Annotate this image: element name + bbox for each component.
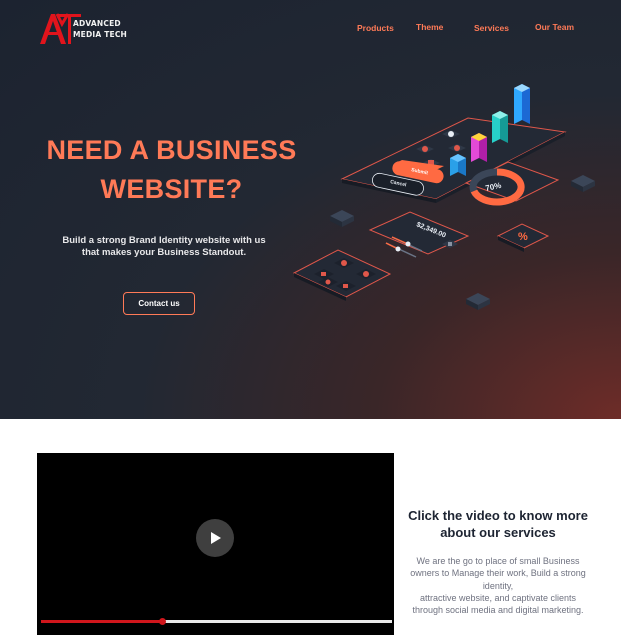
play-button[interactable] (196, 519, 234, 557)
about-text-line3: identity, (482, 581, 514, 591)
nav-link-services[interactable]: Services (474, 23, 509, 33)
about-text-line2: owners to Manage their work, Build a str… (410, 568, 586, 578)
about-title-line2: about our services (440, 525, 556, 540)
floating-cube-icon (466, 293, 490, 310)
nav-link-our-team[interactable]: Our Team (535, 22, 574, 32)
logo[interactable]: ADVANCED MEDIA TECH (0, 0, 130, 50)
floating-cube-icon (571, 175, 595, 192)
percent-symbol: % (518, 231, 528, 243)
video-player[interactable] (37, 453, 394, 635)
dashboard-illustration: Submit Cancel 70% % $2,349.00 (292, 84, 595, 310)
about-text-line5: through social media and digital marketi… (412, 605, 584, 615)
about-title-line1: Click the video to know more (408, 508, 588, 523)
logo-mark-icon (40, 13, 81, 44)
logo-text-line2: MEDIA TECH (73, 30, 128, 39)
video-progress-handle[interactable] (159, 618, 167, 625)
nav-link-theme[interactable]: Theme (416, 22, 443, 32)
hero-section: ADVANCED MEDIA TECH Products Theme Servi… (0, 0, 621, 419)
logo-text-line1: ADVANCED (73, 19, 121, 28)
hero-subtitle-line2: that makes your Business Standout. (81, 247, 247, 258)
percent-tile-icon: % (496, 223, 550, 252)
about-text-line4: attractive website, and captivate client… (419, 593, 577, 603)
contact-us-button[interactable]: Contact us (123, 292, 195, 315)
play-icon (211, 532, 221, 544)
video-progress-fill (41, 620, 163, 623)
video-progress-bar[interactable] (41, 618, 392, 625)
floating-cube-icon (330, 210, 354, 227)
nav-link-products[interactable]: Products (357, 23, 394, 33)
about-text-line1: We are the go to place of small Business (416, 556, 580, 566)
